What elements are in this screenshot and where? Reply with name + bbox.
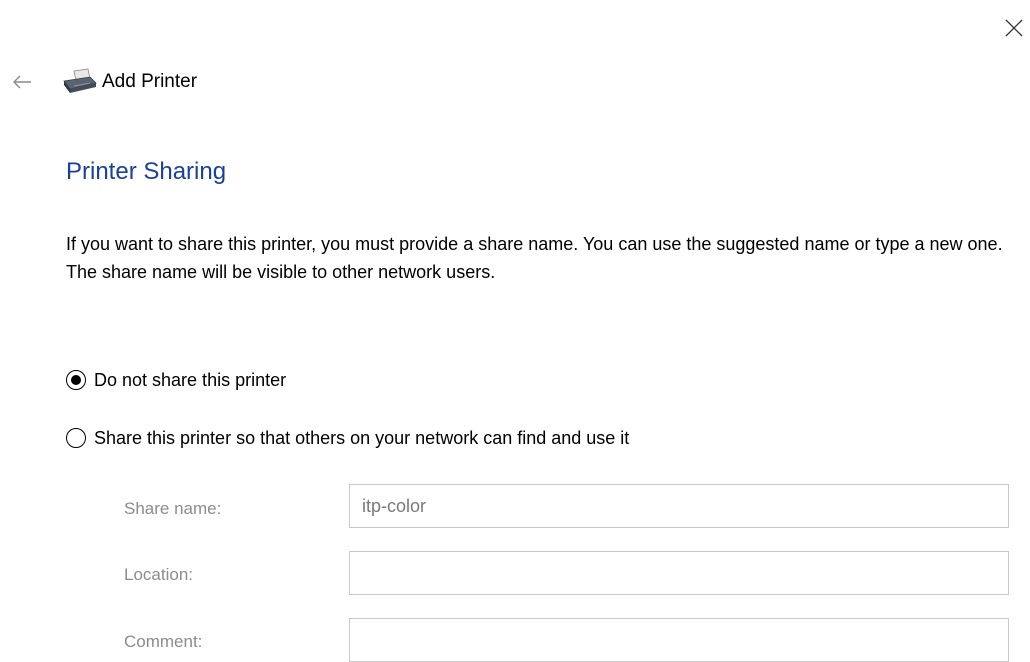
radio-dot xyxy=(71,375,81,385)
comment-label: Comment: xyxy=(124,632,203,651)
printer-icon xyxy=(63,68,97,93)
location-label: Location: xyxy=(124,565,193,584)
radio-button-selected[interactable] xyxy=(66,370,86,390)
back-button[interactable] xyxy=(8,68,36,96)
comment-input[interactable] xyxy=(349,618,1009,662)
close-icon xyxy=(1005,19,1023,37)
location-input[interactable] xyxy=(349,551,1009,595)
radio-label-share: Share this printer so that others on you… xyxy=(94,428,630,448)
radio-button-unselected[interactable] xyxy=(66,428,86,448)
radio-share[interactable]: Share this printer so that others on you… xyxy=(66,424,629,452)
radio-label-do-not-share: Do not share this printer xyxy=(94,370,287,390)
share-name-label: Share name: xyxy=(124,499,222,518)
page-description: If you want to share this printer, you m… xyxy=(66,234,1003,282)
share-name-input[interactable] xyxy=(349,484,1009,528)
page-heading: Printer Sharing xyxy=(66,158,227,185)
window-title: Add Printer xyxy=(102,71,198,92)
back-arrow-icon xyxy=(13,75,31,89)
radio-do-not-share[interactable]: Do not share this printer xyxy=(66,366,286,394)
close-button[interactable] xyxy=(998,12,1030,44)
